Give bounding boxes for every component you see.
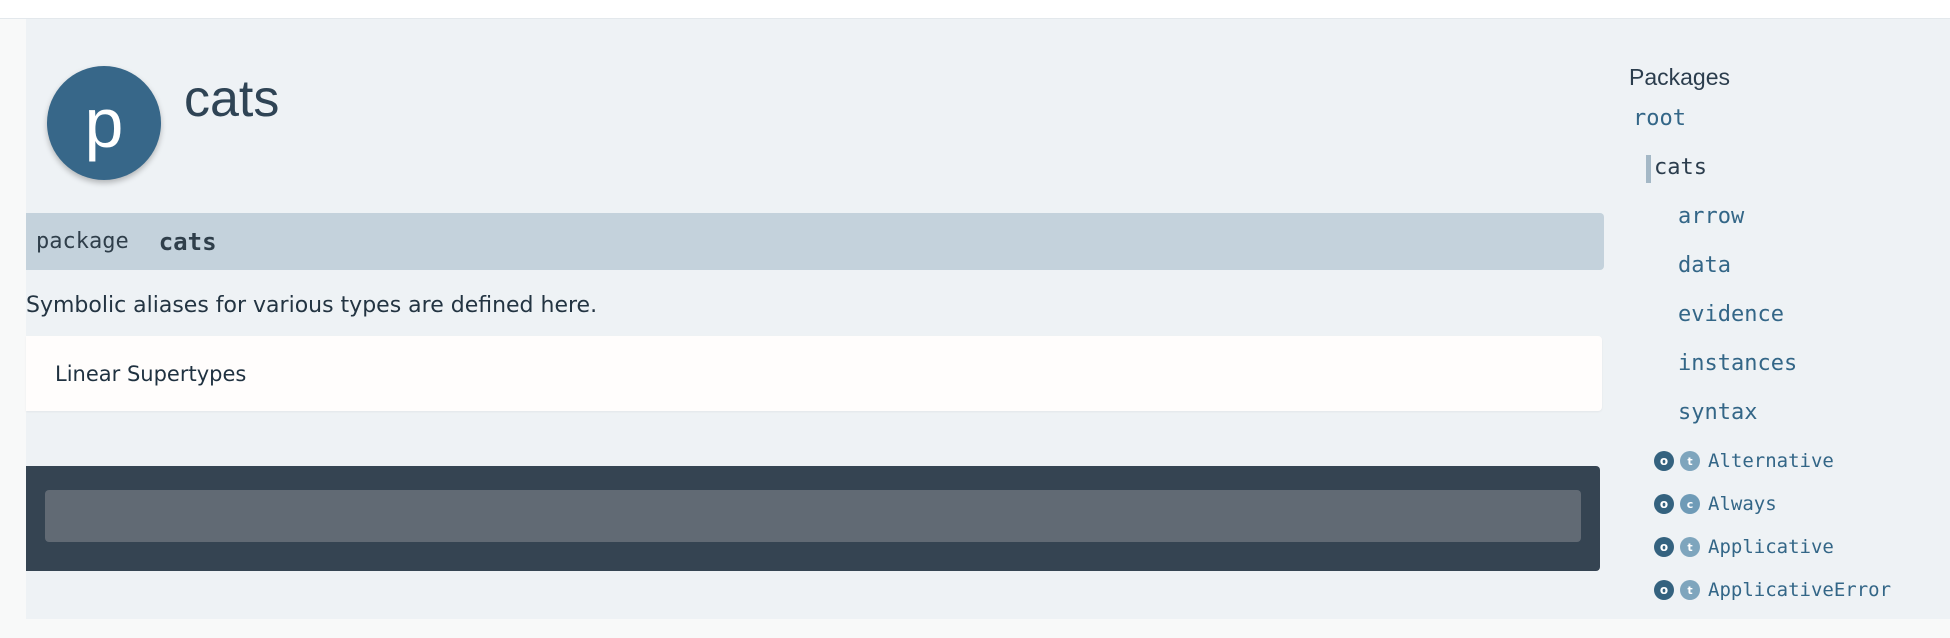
package-icon-letter: p (84, 84, 124, 162)
nav-subpackage-instances[interactable]: instances (1678, 351, 1797, 376)
entity-name[interactable]: ApplicativeError (1708, 579, 1891, 601)
nav-current-package[interactable]: cats (1654, 155, 1707, 180)
nav-subpackage-syntax[interactable]: syntax (1678, 400, 1757, 425)
object-icon[interactable]: o (1654, 537, 1674, 557)
signature-keyword: package (36, 229, 129, 254)
entity-name[interactable]: Always (1708, 493, 1777, 515)
entity-alternative[interactable]: o t Alternative (1654, 450, 1834, 472)
signature: package cats (26, 213, 1604, 270)
entity-applicativeerror[interactable]: o t ApplicativeError (1654, 579, 1891, 601)
entity-name[interactable]: Alternative (1708, 450, 1834, 472)
trait-icon[interactable]: t (1680, 451, 1700, 471)
object-icon[interactable]: o (1654, 494, 1674, 514)
nav-subpackage-data[interactable]: data (1678, 253, 1731, 278)
package-sidebar: Packages root cats arrow data evidence i… (1629, 0, 1950, 638)
package-icon: p (47, 66, 161, 180)
object-icon[interactable]: o (1654, 580, 1674, 600)
linear-supertypes-label: Linear Supertypes (55, 361, 247, 386)
nav-subpackage-arrow[interactable]: arrow (1678, 204, 1744, 229)
entity-applicative[interactable]: o t Applicative (1654, 536, 1834, 558)
filter-input[interactable] (45, 490, 1581, 542)
entity-always[interactable]: o c Always (1654, 493, 1777, 515)
filter-panel (26, 466, 1600, 571)
object-icon[interactable]: o (1654, 451, 1674, 471)
linear-supertypes-toggle[interactable]: Linear Supertypes (26, 336, 1602, 411)
trait-icon[interactable]: t (1680, 580, 1700, 600)
signature-name: cats (158, 227, 217, 256)
current-package-marker (1646, 155, 1651, 183)
nav-root-link[interactable]: root (1633, 106, 1686, 131)
nav-subpackage-evidence[interactable]: evidence (1678, 302, 1784, 327)
entity-name[interactable]: Applicative (1708, 536, 1834, 558)
trait-icon[interactable]: t (1680, 537, 1700, 557)
package-comment: Symbolic aliases for various types are d… (26, 293, 598, 318)
page-title: cats (184, 70, 280, 128)
class-icon[interactable]: c (1680, 494, 1700, 514)
packages-heading: Packages (1629, 64, 1731, 90)
